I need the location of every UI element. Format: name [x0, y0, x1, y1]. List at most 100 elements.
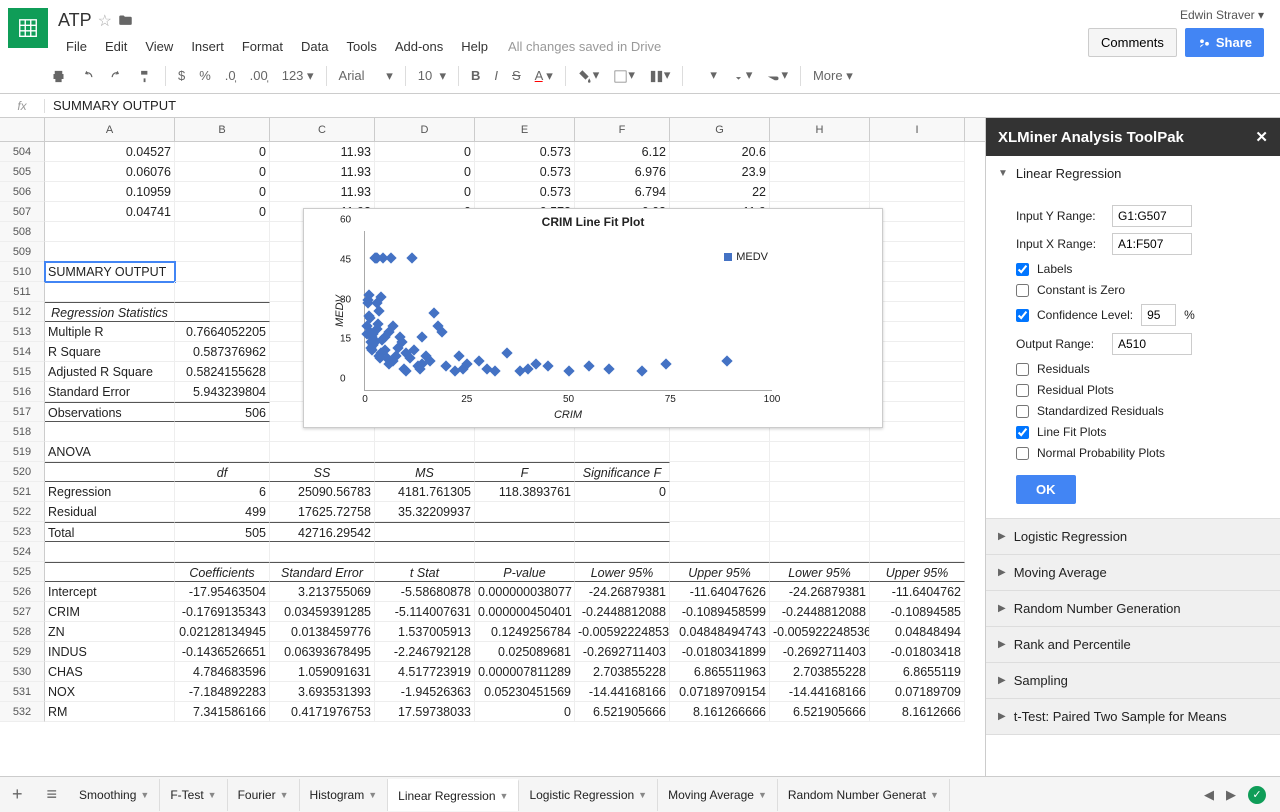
- col-header[interactable]: D: [375, 118, 475, 141]
- row-header[interactable]: 519: [0, 442, 45, 462]
- cell[interactable]: Upper 95%: [670, 562, 770, 582]
- col-header[interactable]: I: [870, 118, 965, 141]
- cell[interactable]: -0.2692711403: [575, 642, 670, 662]
- doc-title[interactable]: ATP: [58, 10, 92, 31]
- paint-format-icon[interactable]: [132, 63, 159, 87]
- cell[interactable]: [575, 542, 670, 562]
- cell[interactable]: -0.2448812088: [575, 602, 670, 622]
- cell[interactable]: 0.04848494743: [670, 622, 770, 642]
- cell[interactable]: 0.10959: [45, 182, 175, 202]
- folder-icon[interactable]: [118, 12, 133, 30]
- cb-labels[interactable]: [1016, 263, 1029, 276]
- row-header[interactable]: 529: [0, 642, 45, 662]
- row-header[interactable]: 531: [0, 682, 45, 702]
- cell[interactable]: [870, 402, 965, 422]
- cell[interactable]: 0.587376962: [175, 342, 270, 362]
- cell[interactable]: Regression Statistics: [45, 302, 175, 322]
- cell[interactable]: -1.94526363: [375, 682, 475, 702]
- cell[interactable]: [870, 282, 965, 302]
- tab-caret-icon[interactable]: ▼: [500, 791, 509, 801]
- cb-normal-prob[interactable]: [1016, 447, 1029, 460]
- cell[interactable]: Significance F: [575, 462, 670, 482]
- cb-residuals[interactable]: [1016, 363, 1029, 376]
- col-header[interactable]: F: [575, 118, 670, 141]
- cell[interactable]: 0: [375, 142, 475, 162]
- row-header[interactable]: 522: [0, 502, 45, 522]
- cell[interactable]: 0: [375, 162, 475, 182]
- cell[interactable]: 0: [475, 702, 575, 722]
- cell[interactable]: 3.693531393: [270, 682, 375, 702]
- cell[interactable]: [870, 482, 965, 502]
- sidebar-section[interactable]: ▶Sampling: [986, 663, 1280, 698]
- cell[interactable]: 35.32209937: [375, 502, 475, 522]
- tab-caret-icon[interactable]: ▼: [140, 790, 149, 800]
- row-header[interactable]: 507: [0, 202, 45, 222]
- cell[interactable]: Standard Error: [45, 382, 175, 402]
- sheet-tab[interactable]: Smoothing▼: [69, 779, 160, 811]
- size-select[interactable]: 10 ▾: [412, 64, 452, 88]
- cell[interactable]: [475, 522, 575, 542]
- cell[interactable]: [870, 542, 965, 562]
- cell[interactable]: [770, 162, 870, 182]
- cb-residual-plots[interactable]: [1016, 384, 1029, 397]
- cell[interactable]: 22: [670, 182, 770, 202]
- sidebar-section[interactable]: ▶Rank and Percentile: [986, 627, 1280, 662]
- sheet-tab[interactable]: Moving Average▼: [658, 779, 778, 811]
- cell[interactable]: 8.1612666: [870, 702, 965, 722]
- close-icon[interactable]: ✕: [1255, 128, 1268, 146]
- cell[interactable]: -24.26879381: [770, 582, 870, 602]
- cell[interactable]: [770, 142, 870, 162]
- cell[interactable]: [870, 222, 965, 242]
- cell[interactable]: 4181.761305: [375, 482, 475, 502]
- row-header[interactable]: 527: [0, 602, 45, 622]
- sidebar-section-linear-regression[interactable]: ▼Linear Regression: [986, 156, 1280, 191]
- cell[interactable]: [45, 562, 175, 582]
- cell[interactable]: [670, 462, 770, 482]
- row-header[interactable]: 516: [0, 382, 45, 402]
- cell[interactable]: [670, 442, 770, 462]
- cell[interactable]: 0.05230451569: [475, 682, 575, 702]
- cell[interactable]: 17625.72758: [270, 502, 375, 522]
- cell[interactable]: 0.1249256784: [475, 622, 575, 642]
- cell[interactable]: -11.64047626: [670, 582, 770, 602]
- cell[interactable]: 0.000000038077: [475, 582, 575, 602]
- row-header[interactable]: 509: [0, 242, 45, 262]
- cell[interactable]: [770, 442, 870, 462]
- row-header[interactable]: 517: [0, 402, 45, 422]
- cell[interactable]: 42716.29542: [270, 522, 375, 542]
- row-header[interactable]: 506: [0, 182, 45, 202]
- cell[interactable]: [770, 482, 870, 502]
- cell[interactable]: [45, 462, 175, 482]
- cell[interactable]: 0.000007811289: [475, 662, 575, 682]
- cell[interactable]: Residual: [45, 502, 175, 522]
- scroll-right-icon[interactable]: ▶: [1226, 787, 1236, 803]
- cell[interactable]: 0.06076: [45, 162, 175, 182]
- cell[interactable]: [870, 502, 965, 522]
- cell[interactable]: 0: [175, 202, 270, 222]
- cell[interactable]: -0.2448812088: [770, 602, 870, 622]
- cell[interactable]: [575, 442, 670, 462]
- col-header[interactable]: A: [45, 118, 175, 141]
- chart-overlay[interactable]: CRIM Line Fit Plot MEDV CRIM 01530456002…: [303, 208, 883, 428]
- row-header[interactable]: 518: [0, 422, 45, 442]
- tab-caret-icon[interactable]: ▼: [758, 790, 767, 800]
- cell[interactable]: [870, 362, 965, 382]
- cell[interactable]: [670, 522, 770, 542]
- sidebar-section[interactable]: ▶Random Number Generation: [986, 591, 1280, 626]
- cell[interactable]: [175, 222, 270, 242]
- share-button[interactable]: Share: [1185, 28, 1264, 57]
- cell[interactable]: [45, 242, 175, 262]
- row-header[interactable]: 513: [0, 322, 45, 342]
- halign-icon[interactable]: ▾: [689, 63, 723, 87]
- cb-constant-zero[interactable]: [1016, 284, 1029, 297]
- cb-std-residuals[interactable]: [1016, 405, 1029, 418]
- cell[interactable]: 0.7664052205: [175, 322, 270, 342]
- cell[interactable]: -14.44168166: [770, 682, 870, 702]
- cell[interactable]: [870, 462, 965, 482]
- cell[interactable]: [575, 522, 670, 542]
- cell[interactable]: [475, 502, 575, 522]
- cell[interactable]: P-value: [475, 562, 575, 582]
- cell[interactable]: [475, 542, 575, 562]
- bold-icon[interactable]: B: [465, 64, 486, 87]
- cell[interactable]: [870, 202, 965, 222]
